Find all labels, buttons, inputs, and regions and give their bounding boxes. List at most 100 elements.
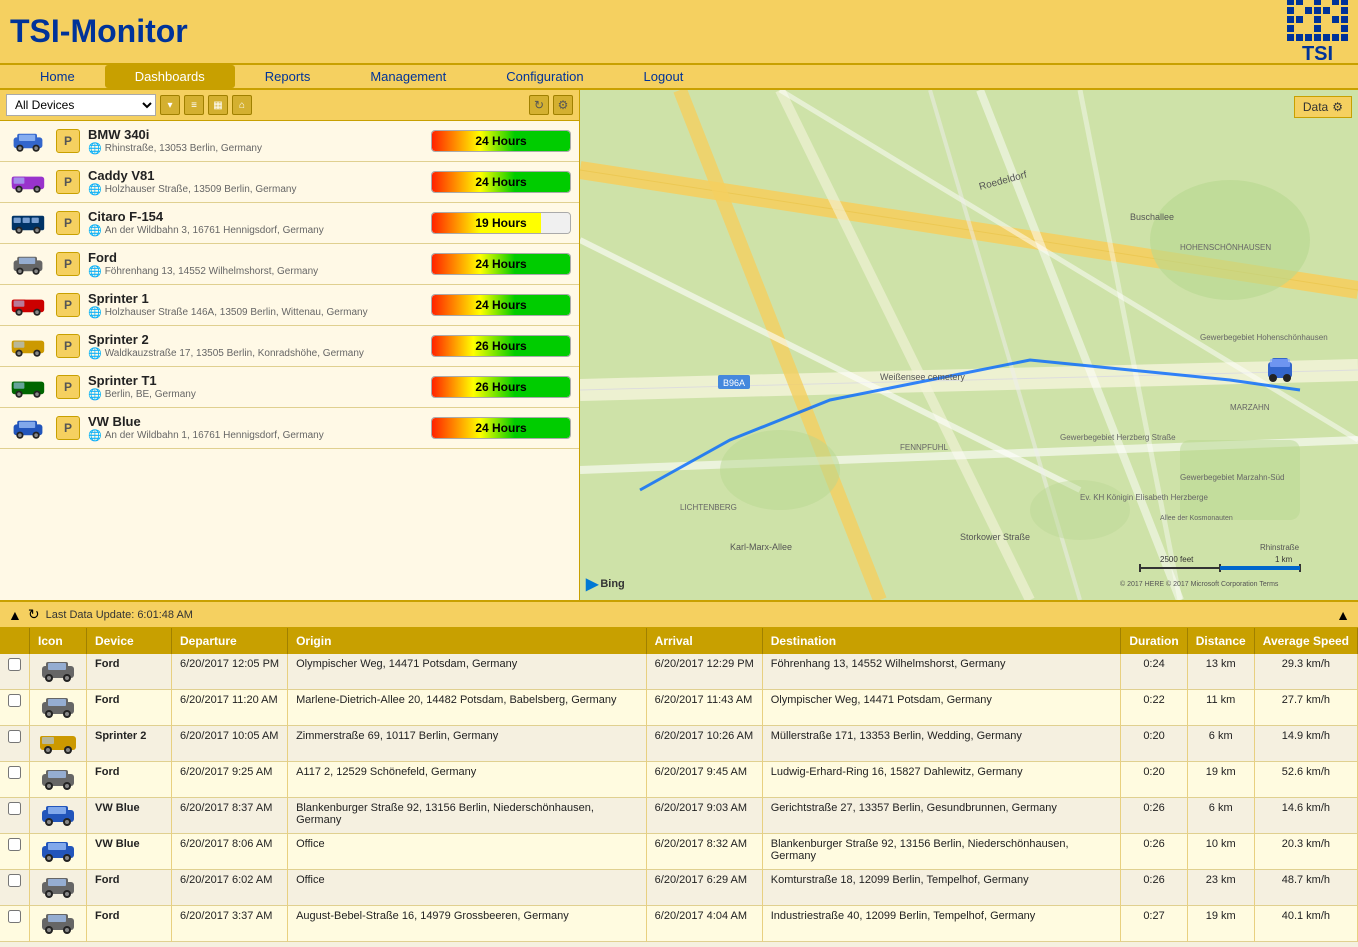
row-device: VW Blue <box>87 834 172 870</box>
device-toolbar: All Devices ▾ ≡ ▦ ⌂ ↻ ⚙ <box>0 90 579 121</box>
parking-button[interactable]: P <box>56 334 80 358</box>
row-device: Ford <box>87 906 172 942</box>
row-checkbox-cell[interactable] <box>0 906 30 942</box>
map-svg[interactable]: Roedeldorf Buschallee HOHENSCHÖNHAUSEN G… <box>580 90 1358 600</box>
svg-text:Ev. KH Königin Elisabeth Herzb: Ev. KH Königin Elisabeth Herzberge <box>1080 493 1208 502</box>
table-header-row: Icon Device Departure Origin Arrival Des… <box>0 628 1358 654</box>
svg-text:B96A: B96A <box>723 378 745 388</box>
row-checkbox[interactable] <box>8 730 21 743</box>
row-icon <box>30 690 87 726</box>
vehicle-name: Sprinter 1 <box>88 291 423 306</box>
vehicle-row[interactable]: P Sprinter 1 🌐 Holzhauser Straße 146A, 1… <box>0 285 579 326</box>
row-arrival: 6/20/2017 10:26 AM <box>646 726 762 762</box>
row-checkbox[interactable] <box>8 694 21 707</box>
vehicle-address: 🌐 Rhinstraße, 13053 Berlin, Germany <box>88 142 423 155</box>
scroll-down-btn[interactable]: ▲ <box>8 607 22 623</box>
row-checkbox-cell[interactable] <box>0 870 30 906</box>
vehicle-address: 🌐 An der Wildbahn 3, 16761 Hennigsdorf, … <box>88 224 423 237</box>
table-row[interactable]: VW Blue 6/20/2017 8:06 AM Office 6/20/20… <box>0 834 1358 870</box>
nav-reports[interactable]: Reports <box>235 65 341 88</box>
vehicle-info: Citaro F-154 🌐 An der Wildbahn 3, 16761 … <box>88 209 423 237</box>
parking-button[interactable]: P <box>56 416 80 440</box>
row-checkbox[interactable] <box>8 802 21 815</box>
home-btn[interactable]: ⌂ <box>232 95 252 115</box>
col-avg-speed: Average Speed <box>1254 628 1357 654</box>
row-checkbox[interactable] <box>8 874 21 887</box>
parking-button[interactable]: P <box>56 252 80 276</box>
parking-button[interactable]: P <box>56 129 80 153</box>
vehicle-row[interactable]: P Sprinter 2 🌐 Waldkauzstraße 17, 13505 … <box>0 326 579 367</box>
nav-management[interactable]: Management <box>340 65 476 88</box>
vehicle-row[interactable]: P Ford 🌐 Föhrenhang 13, 14552 Wilhelmsho… <box>0 244 579 285</box>
vehicle-row[interactable]: P VW Blue 🌐 An der Wildbahn 1, 16761 Hen… <box>0 408 579 449</box>
nav-logout[interactable]: Logout <box>614 65 714 88</box>
svg-text:HOHENSCHÖNHAUSEN: HOHENSCHÖNHAUSEN <box>1180 243 1271 252</box>
nav-dashboards[interactable]: Dashboards <box>105 65 235 88</box>
settings-button[interactable]: ⚙ <box>553 95 573 115</box>
parking-button[interactable]: P <box>56 211 80 235</box>
row-checkbox-cell[interactable] <box>0 834 30 870</box>
hours-bar[interactable]: 24 Hours <box>431 253 571 275</box>
nav-home[interactable]: Home <box>10 65 105 88</box>
vehicle-row[interactable]: P Caddy V81 🌐 Holzhauser Straße, 13509 B… <box>0 162 579 203</box>
vehicle-name: VW Blue <box>88 414 423 429</box>
row-checkbox-cell[interactable] <box>0 798 30 834</box>
vehicle-row[interactable]: P Sprinter T1 🌐 Berlin, BE, Germany 26 H… <box>0 367 579 408</box>
grid-btn[interactable]: ▦ <box>208 95 228 115</box>
hours-bar[interactable]: 26 Hours <box>431 376 571 398</box>
hours-bar[interactable]: 24 Hours <box>431 171 571 193</box>
table-row[interactable]: Sprinter 2 6/20/2017 10:05 AM Zimmerstra… <box>0 726 1358 762</box>
hours-bar[interactable]: 24 Hours <box>431 417 571 439</box>
hours-bar[interactable]: 19 Hours <box>431 212 571 234</box>
list-btn[interactable]: ≡ <box>184 95 204 115</box>
parking-button[interactable]: P <box>56 293 80 317</box>
svg-text:Allee der Kosmonauten: Allee der Kosmonauten <box>1160 515 1233 522</box>
top-section: All Devices ▾ ≡ ▦ ⌂ ↻ ⚙ P BMW 340i 🌐 Rhi <box>0 90 1358 600</box>
vehicle-name: Sprinter T1 <box>88 373 423 388</box>
hours-bar[interactable]: 24 Hours <box>431 294 571 316</box>
refresh-bottom-btn[interactable]: ↻ <box>28 606 40 623</box>
dropdown-btn[interactable]: ▾ <box>160 95 180 115</box>
row-checkbox-cell[interactable] <box>0 654 30 690</box>
table-row[interactable]: VW Blue 6/20/2017 8:37 AM Blankenburger … <box>0 798 1358 834</box>
row-checkbox[interactable] <box>8 658 21 671</box>
vehicle-info: Ford 🌐 Föhrenhang 13, 14552 Wilhelmshors… <box>88 250 423 278</box>
row-device: Sprinter 2 <box>87 726 172 762</box>
row-checkbox[interactable] <box>8 838 21 851</box>
table-row[interactable]: Ford 6/20/2017 11:20 AM Marlene-Dietrich… <box>0 690 1358 726</box>
row-checkbox[interactable] <box>8 766 21 779</box>
globe-icon: 🌐 <box>88 306 102 319</box>
row-checkbox-cell[interactable] <box>0 762 30 798</box>
app-title: TSI-Monitor <box>10 13 188 50</box>
parking-button[interactable]: P <box>56 375 80 399</box>
row-origin: Zimmerstraße 69, 10117 Berlin, Germany <box>288 726 647 762</box>
scroll-top-btn[interactable]: ▲ <box>1336 607 1350 623</box>
table-row[interactable]: Ford 6/20/2017 12:05 PM Olympischer Weg,… <box>0 654 1358 690</box>
table-row[interactable]: Ford 6/20/2017 9:25 AM A117 2, 12529 Sch… <box>0 762 1358 798</box>
vehicle-row[interactable]: P Citaro F-154 🌐 An der Wildbahn 3, 1676… <box>0 203 579 244</box>
vehicle-row[interactable]: P BMW 340i 🌐 Rhinstraße, 13053 Berlin, G… <box>0 121 579 162</box>
nav-configuration[interactable]: Configuration <box>476 65 613 88</box>
row-checkbox-cell[interactable] <box>0 726 30 762</box>
row-departure: 6/20/2017 12:05 PM <box>172 654 288 690</box>
row-destination: Ludwig-Erhard-Ring 16, 15827 Dahlewitz, … <box>762 762 1121 798</box>
svg-text:LICHTENBERG: LICHTENBERG <box>680 503 737 512</box>
vehicle-name: Sprinter 2 <box>88 332 423 347</box>
parking-button[interactable]: P <box>56 170 80 194</box>
device-select[interactable]: All Devices <box>6 94 156 116</box>
row-checkbox[interactable] <box>8 910 21 923</box>
table-row[interactable]: Ford 6/20/2017 6:02 AM Office 6/20/2017 … <box>0 870 1358 906</box>
refresh-button[interactable]: ↻ <box>529 95 549 115</box>
row-checkbox-cell[interactable] <box>0 690 30 726</box>
hours-label: 24 Hours <box>475 298 526 312</box>
table-row[interactable]: Ford 6/20/2017 3:37 AM August-Bebel-Stra… <box>0 906 1358 942</box>
hours-bar[interactable]: 26 Hours <box>431 335 571 357</box>
row-duration: 0:20 <box>1121 726 1187 762</box>
map-gear-icon[interactable]: ⚙ <box>1332 100 1343 114</box>
row-avg-speed: 29.3 km/h <box>1254 654 1357 690</box>
row-icon <box>30 654 87 690</box>
table-container[interactable]: Icon Device Departure Origin Arrival Des… <box>0 628 1358 947</box>
globe-icon: 🌐 <box>88 224 102 237</box>
row-destination: Müllerstraße 171, 13353 Berlin, Wedding,… <box>762 726 1121 762</box>
hours-bar[interactable]: 24 Hours <box>431 130 571 152</box>
